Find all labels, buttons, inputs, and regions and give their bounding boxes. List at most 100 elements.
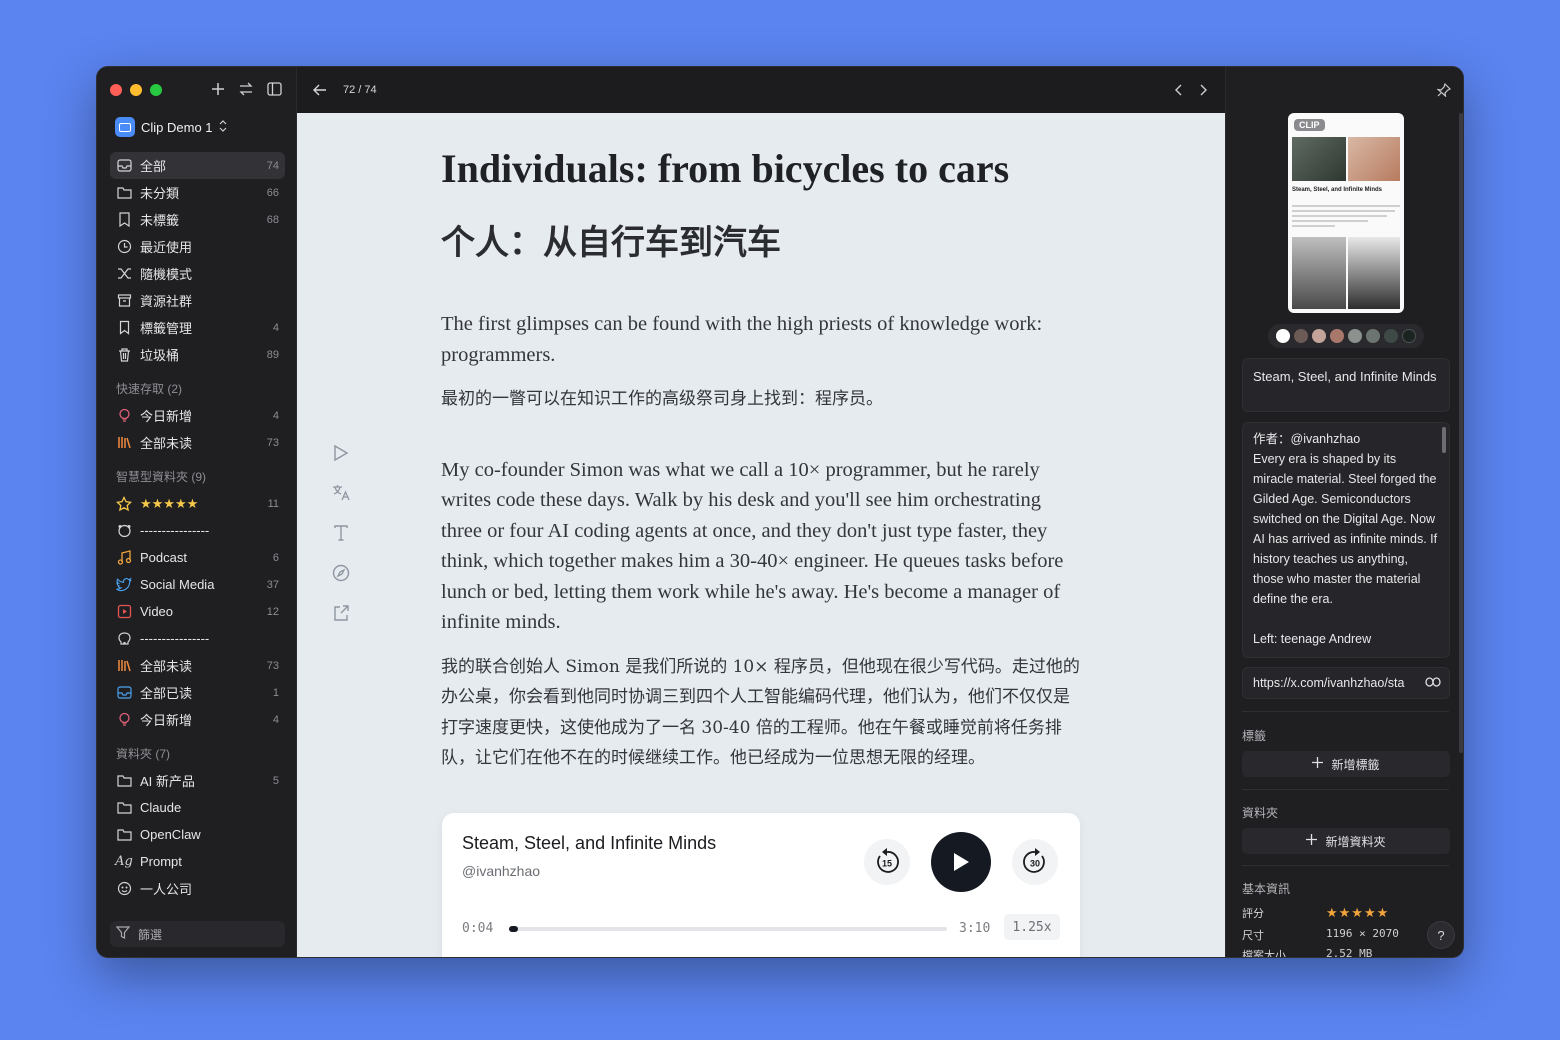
color-swatch[interactable] xyxy=(1312,329,1326,343)
sidebar-item-all-unread[interactable]: 全部未读 73 xyxy=(110,429,285,456)
play-button[interactable] xyxy=(931,832,991,892)
clock-icon xyxy=(116,239,132,255)
sidebar-item-label: Podcast xyxy=(140,550,187,565)
smart-folder-five-stars[interactable]: ★★★★★ 11 xyxy=(110,490,285,517)
text-type-icon[interactable] xyxy=(331,523,351,543)
color-swatch[interactable] xyxy=(1276,329,1290,343)
sidebar-item-count: 68 xyxy=(266,213,279,226)
chevron-right-icon[interactable] xyxy=(1197,83,1211,97)
smart-folder-podcast[interactable]: Podcast 6 xyxy=(110,544,285,571)
workspace-switcher[interactable]: Clip Demo 1 xyxy=(115,117,227,137)
filter-button[interactable]: 篩選 xyxy=(110,921,285,947)
smart-folder-all-read[interactable]: 全部已读 1 xyxy=(110,679,285,706)
forward-30-icon: 30 xyxy=(1023,848,1045,873)
face-icon xyxy=(116,881,132,897)
sidebar-item-today-new[interactable]: 今日新增 4 xyxy=(110,402,285,429)
zoom-window-button[interactable] xyxy=(150,84,162,96)
help-button[interactable]: ? xyxy=(1427,921,1455,949)
sidebar-toggle-icon[interactable] xyxy=(266,81,282,97)
url-text: https://x.com/ivanhzhao/sta xyxy=(1253,676,1405,690)
panda-icon xyxy=(116,523,132,539)
share-icon[interactable] xyxy=(331,603,351,623)
plus-icon[interactable] xyxy=(210,81,226,97)
filesize-value: 2.52 MB xyxy=(1326,947,1373,958)
color-palette xyxy=(1268,324,1424,348)
item-url-field[interactable]: https://x.com/ivanhzhao/sta xyxy=(1242,667,1450,699)
app-window: Clip Demo 1 全部 74 未分類 66 未標籤 68 最近使用 隨機模… xyxy=(96,66,1464,958)
sidebar-item-count: 73 xyxy=(266,659,279,672)
sidebar-item-uncategorized[interactable]: 未分類 66 xyxy=(110,179,285,206)
star-icon xyxy=(116,495,132,512)
panel-scrollbar[interactable] xyxy=(1459,113,1463,753)
sidebar-item-count: 11 xyxy=(267,497,279,510)
thumbnail-image xyxy=(1292,137,1346,181)
play-outline-icon[interactable] xyxy=(331,443,351,463)
item-thumbnail[interactable]: CLIP Steam, Steel, and Infinite Minds xyxy=(1288,113,1404,313)
workspace-icon xyxy=(115,117,135,137)
smart-folder-all-unread[interactable]: 全部未读 73 xyxy=(110,652,285,679)
play-icon xyxy=(954,853,969,871)
info-header: 基本資訊 xyxy=(1242,882,1291,896)
folder-claude[interactable]: Claude xyxy=(110,794,285,821)
sidebar-item-untagged[interactable]: 未標籤 68 xyxy=(110,206,285,233)
sidebar: Clip Demo 1 全部 74 未分類 66 未標籤 68 最近使用 隨機模… xyxy=(97,67,297,957)
add-tag-button[interactable]: 新增標籤 xyxy=(1242,751,1450,777)
sidebar-item-all[interactable]: 全部 74 xyxy=(110,152,285,179)
color-swatch[interactable] xyxy=(1330,329,1344,343)
link-icon[interactable] xyxy=(1425,676,1441,690)
sidebar-item-community[interactable]: 資源社群 xyxy=(110,287,285,314)
sidebar-item-label: 垃圾桶 xyxy=(140,348,180,363)
speed-button[interactable]: 1.25x xyxy=(1004,914,1060,940)
swap-icon[interactable] xyxy=(238,81,254,97)
sidebar-item-recent[interactable]: 最近使用 xyxy=(110,233,285,260)
sidebar-item-tags[interactable]: 標籤管理 4 xyxy=(110,314,285,341)
description-scrollbar[interactable] xyxy=(1442,427,1446,453)
smart-folder-divider-2[interactable]: ---------------- xyxy=(110,625,285,652)
sidebar-item-label: Prompt xyxy=(140,854,182,869)
color-swatch[interactable] xyxy=(1366,329,1380,343)
sidebar-item-label: 一人公司 xyxy=(140,882,193,897)
video-play-icon xyxy=(116,604,132,620)
smart-folder-divider-1[interactable]: ---------------- xyxy=(110,517,285,544)
main-content: 72 / 74 Individuals: from bicycles to ca… xyxy=(297,67,1225,957)
sidebar-item-random[interactable]: 隨機模式 xyxy=(110,260,285,287)
sidebar-item-count: 74 xyxy=(266,159,279,172)
archive-icon xyxy=(116,293,132,309)
compass-icon[interactable] xyxy=(331,563,351,583)
color-swatch[interactable] xyxy=(1402,329,1416,343)
color-swatch[interactable] xyxy=(1294,329,1308,343)
color-swatch[interactable] xyxy=(1384,329,1398,343)
folder-ai-products[interactable]: AI 新产品 5 xyxy=(110,767,285,794)
size-label: 尺寸 xyxy=(1242,930,1264,942)
folder-solo-company[interactable]: 一人公司 xyxy=(110,875,285,902)
forward-button[interactable]: 30 xyxy=(1012,839,1058,885)
sidebar-item-label: 全部已读 xyxy=(140,686,193,701)
translate-icon[interactable] xyxy=(331,483,351,503)
reader-toolbar: 72 / 74 xyxy=(297,67,1225,113)
sidebar-item-trash[interactable]: 垃圾桶 89 xyxy=(110,341,285,368)
inspector-panel: CLIP Steam, Steel, and Infinite Minds St… xyxy=(1225,67,1463,958)
article-body: Individuals: from bicycles to cars 个人：从自… xyxy=(441,143,1086,774)
smart-folder-social-media[interactable]: Social Media 37 xyxy=(110,571,285,598)
smart-folder-today-new[interactable]: 今日新增 4 xyxy=(110,706,285,733)
rewind-button[interactable]: 15 xyxy=(864,839,910,885)
item-description-field[interactable]: 作者：@ivanhzhao Every era is shaped by its… xyxy=(1242,422,1450,658)
sidebar-item-count: 4 xyxy=(272,321,279,334)
add-folder-button[interactable]: 新增資料夾 xyxy=(1242,828,1450,854)
color-swatch[interactable] xyxy=(1348,329,1362,343)
close-window-button[interactable] xyxy=(110,84,122,96)
font-glyph-icon: Ag xyxy=(115,854,133,869)
minimize-window-button[interactable] xyxy=(130,84,142,96)
back-arrow-icon[interactable] xyxy=(311,81,329,99)
item-title-field[interactable]: Steam, Steel, and Infinite Minds xyxy=(1242,358,1450,412)
rating-stars[interactable]: ★★★★★ xyxy=(1326,905,1389,921)
pin-icon[interactable] xyxy=(1435,82,1452,102)
paragraph-translation: 我的联合创始人 Simon 是我们所说的 10× 程序员，但他现在很少写代码。走… xyxy=(441,656,1080,769)
progress-track[interactable] xyxy=(509,926,947,932)
folder-prompt[interactable]: Ag Prompt xyxy=(110,848,285,875)
add-tag-label: 新增標籤 xyxy=(1331,757,1380,772)
smart-folder-video[interactable]: Video 12 xyxy=(110,598,285,625)
chevron-left-icon[interactable] xyxy=(1171,83,1185,97)
folder-openclaw[interactable]: OpenClaw xyxy=(110,821,285,848)
thumbnail-title: Steam, Steel, and Infinite Minds xyxy=(1292,187,1383,193)
